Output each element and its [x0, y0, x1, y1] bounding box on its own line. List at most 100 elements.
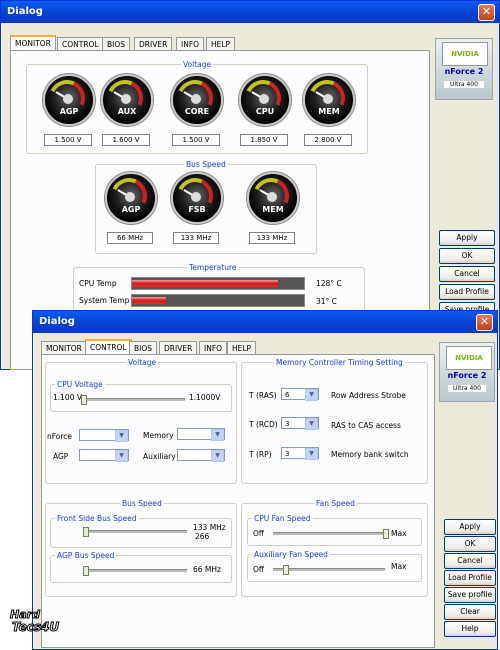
- cpu-voltage-min: 1.100 V: [53, 393, 82, 402]
- auxiliary-voltage-select[interactable]: ▼: [177, 449, 225, 462]
- bus-agp-gauge-hub: [125, 192, 135, 202]
- svg-text:Tecs4U: Tecs4U: [12, 620, 59, 634]
- front-cancel-button[interactable]: Cancel: [444, 553, 496, 569]
- back-tab-help[interactable]: HELP: [206, 37, 236, 51]
- back-dialog-title: Dialog: [7, 6, 43, 17]
- trp-label: T (RP): [249, 450, 272, 459]
- front-load-profile-button[interactable]: Load Profile: [444, 570, 496, 586]
- voltage-aux-gauge-label: AUX: [117, 107, 137, 116]
- trcd-select[interactable]: 3 ▼: [281, 417, 319, 430]
- agp-bus-label: AGP Bus Speed: [55, 551, 117, 560]
- voltage-core-gauge-hub: [191, 94, 201, 104]
- tras-label: T (RAS): [249, 391, 277, 400]
- front-tab-strip: MONITOR CONTROL BIOS DRIVER INFO HELP: [41, 339, 261, 355]
- system-temp-label: System Temp: [79, 296, 130, 305]
- back-dialog-titlebar[interactable]: Dialog ✕: [1, 1, 499, 23]
- back-tab-driver[interactable]: DRIVER: [134, 37, 173, 51]
- agp-dropdown-icon[interactable]: ▼: [115, 450, 128, 462]
- bus-mem-gauge: MEM: [247, 172, 299, 224]
- agp-bus-slider[interactable]: [83, 566, 187, 576]
- front-close-button[interactable]: ✕: [476, 314, 493, 331]
- aux-fan-slider[interactable]: [273, 565, 385, 575]
- front-apply-button[interactable]: Apply: [444, 519, 496, 535]
- nforce-select[interactable]: ▼: [79, 429, 129, 442]
- trcd-value: 3: [285, 420, 290, 428]
- trcd-desc: RAS to CAS access: [331, 421, 401, 430]
- back-cancel-button[interactable]: Cancel: [439, 266, 495, 282]
- front-tab-bios[interactable]: BIOS: [129, 341, 158, 355]
- front-tab-info[interactable]: INFO: [199, 341, 228, 355]
- back-load-profile-button[interactable]: Load Profile: [439, 284, 495, 300]
- agp-voltage-label: AGP: [53, 452, 69, 461]
- front-dialog-titlebar[interactable]: Dialog ✕: [33, 311, 497, 333]
- front-nforce-name: nForce 2: [447, 371, 487, 380]
- aux-fan-thumb[interactable]: [283, 565, 289, 575]
- agp-bus-thumb[interactable]: [83, 566, 89, 576]
- aux-fan-min: Off: [253, 565, 265, 574]
- cpu-temp-value: 128° C: [316, 279, 342, 288]
- front-tab-driver[interactable]: DRIVER: [159, 341, 198, 355]
- bus-agp-gauge-label: AGP: [121, 205, 141, 214]
- front-clear-registry-button[interactable]: Clear Registry: [444, 604, 496, 630]
- tras-select[interactable]: 6 ▼: [281, 388, 319, 401]
- front-tab-monitor[interactable]: MONITOR: [41, 341, 87, 355]
- back-tab-info[interactable]: INFO: [176, 37, 205, 51]
- front-dialog-title: Dialog: [39, 316, 75, 327]
- cpu-voltage-slider[interactable]: [81, 395, 185, 405]
- front-nvidia-logo-text: NVIDIA: [446, 346, 492, 370]
- memory-timing-label: Memory Controller Timing Setting: [274, 358, 405, 367]
- cpu-voltage-thumb[interactable]: [81, 395, 87, 405]
- tras-desc: Row Address Strobe: [331, 391, 406, 400]
- memory-voltage-select[interactable]: ▼: [177, 428, 225, 441]
- voltage-aux-gauge: AUX: [101, 74, 153, 126]
- hardtecs4u-watermark-logo: Hard Tecs4U: [8, 604, 78, 635]
- bus-fsb-gauge-hub: [191, 192, 201, 202]
- voltage-agp-readout: 1.500 V: [44, 134, 92, 146]
- trcd-dropdown-icon[interactable]: ▼: [305, 418, 318, 430]
- cpu-fan-thumb[interactable]: [383, 529, 389, 539]
- trp-select[interactable]: 3 ▼: [281, 447, 319, 460]
- cpu-fan-slider[interactable]: [273, 529, 389, 539]
- agp-voltage-select[interactable]: ▼: [79, 449, 129, 462]
- tras-value: 6: [285, 391, 290, 399]
- back-nvidia-logo-text: NVIDIA: [442, 42, 488, 66]
- front-save-profile-button[interactable]: Save profile: [444, 587, 496, 603]
- trp-dropdown-icon[interactable]: ▼: [305, 448, 318, 460]
- system-temp-bar: [131, 294, 305, 307]
- voltage-core-gauge: CORE: [171, 74, 223, 126]
- trcd-label: T (RCD): [249, 420, 278, 429]
- voltage-aux-readout: 1.600 V: [102, 134, 150, 146]
- aux-fan-max: Max: [391, 562, 407, 571]
- cpu-temp-label: CPU Temp: [79, 279, 117, 288]
- memory-voltage-label: Memory: [143, 431, 174, 440]
- cpu-fan-min: Off: [253, 529, 265, 538]
- back-close-button[interactable]: ✕: [478, 4, 495, 21]
- back-tab-control[interactable]: CONTROL: [57, 37, 104, 51]
- front-ok-button[interactable]: OK: [444, 536, 496, 552]
- front-tab-control[interactable]: CONTROL: [85, 339, 132, 355]
- tras-dropdown-icon[interactable]: ▼: [305, 389, 318, 401]
- voltage-agp-gauge: AGP: [43, 74, 95, 126]
- cpu-voltage-label: CPU Voltage: [55, 380, 105, 389]
- back-nvidia-brand-logo: NVIDIA nForce 2 Ultra 400: [435, 38, 493, 100]
- bus-mem-gauge-label: MEM: [262, 205, 284, 214]
- back-tab-bios[interactable]: BIOS: [102, 37, 131, 51]
- fsb-value: 133 MHz: [193, 523, 226, 532]
- back-tab-monitor[interactable]: MONITOR: [10, 35, 56, 51]
- back-apply-button[interactable]: Apply: [439, 230, 495, 246]
- front-help-button[interactable]: Help: [444, 621, 496, 637]
- voltage-cpu-gauge-hub: [259, 94, 269, 104]
- system-temp-value: 31° C: [316, 297, 337, 306]
- nforce-dropdown-icon[interactable]: ▼: [115, 430, 128, 442]
- fsb-slider[interactable]: [83, 527, 187, 537]
- voltage-cpu-gauge-label: CPU: [255, 107, 275, 116]
- front-tab-help[interactable]: HELP: [227, 341, 257, 355]
- auxiliary-dropdown-icon[interactable]: ▼: [211, 450, 224, 462]
- voltage-aux-gauge-hub: [121, 94, 131, 104]
- back-ok-button[interactable]: OK: [439, 248, 495, 264]
- trp-desc: Memory bank switch: [331, 450, 409, 459]
- fsb-thumb[interactable]: [83, 527, 89, 537]
- voltage-agp-gauge-hub: [63, 94, 73, 104]
- memory-dropdown-icon[interactable]: ▼: [211, 429, 224, 441]
- voltage-mem-gauge-label: MEM: [318, 107, 340, 116]
